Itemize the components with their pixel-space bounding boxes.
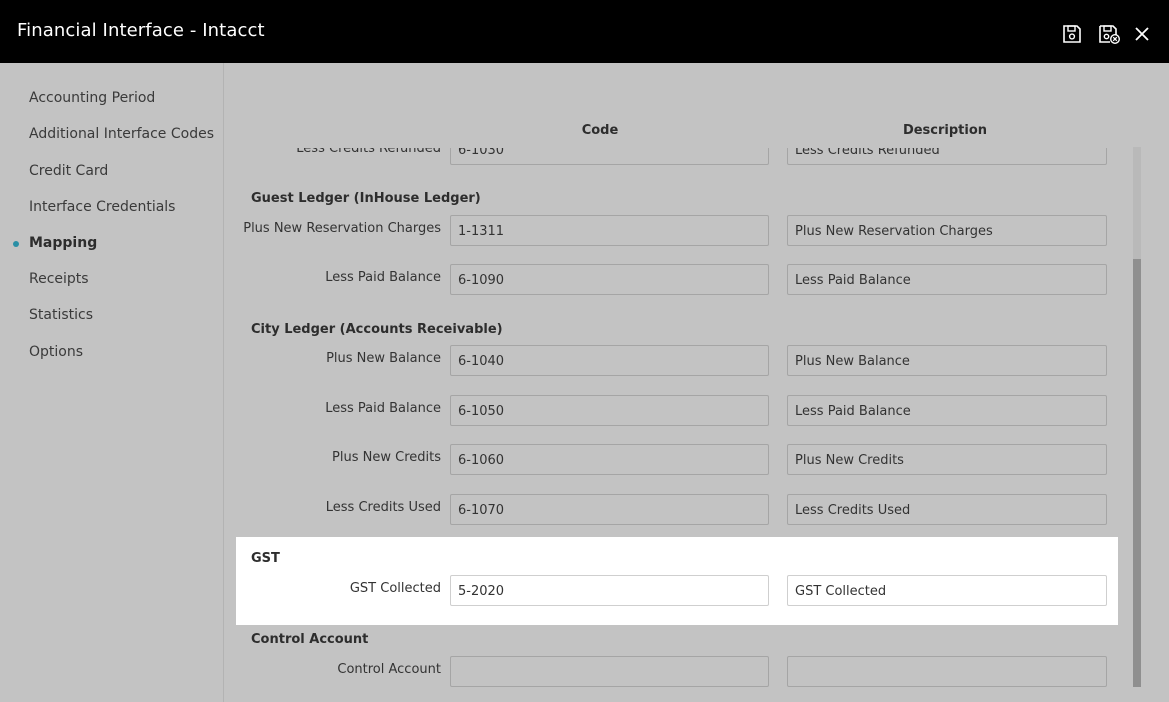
close-icon[interactable] <box>1133 25 1151 43</box>
column-header-description: Description <box>902 123 988 138</box>
description-input[interactable]: Plus New Balance <box>787 345 1107 376</box>
code-input[interactable]: 6-1090 <box>450 264 769 295</box>
description-input[interactable]: Plus New Reservation Charges <box>787 215 1107 246</box>
sidebar-item-interface-credentials[interactable]: Interface Credentials <box>29 199 175 215</box>
sidebar-item-accounting-period[interactable]: Accounting Period <box>29 90 155 106</box>
description-input[interactable]: Less Credits Used <box>787 494 1107 525</box>
description-input[interactable]: Less Paid Balance <box>787 264 1107 295</box>
row-label: Less Paid Balance <box>325 401 441 416</box>
save-icon[interactable] <box>1061 23 1083 45</box>
row-label: Control Account <box>337 662 441 677</box>
description-input[interactable] <box>787 656 1107 687</box>
code-input[interactable]: 6-1060 <box>450 444 769 475</box>
mapping-panel: Less Credits Refunded 6-1030 Less Credit… <box>225 63 1169 702</box>
section-title-city-ledger: City Ledger (Accounts Receivable) <box>251 322 503 337</box>
sidebar-item-options[interactable]: Options <box>29 344 83 360</box>
code-input[interactable]: 6-1050 <box>450 395 769 426</box>
code-input[interactable]: 6-1070 <box>450 494 769 525</box>
sidebar-item-credit-card[interactable]: Credit Card <box>29 163 108 179</box>
title-bar: Financial Interface - Intacct <box>0 0 1169 63</box>
sidebar-item-statistics[interactable]: Statistics <box>29 307 93 323</box>
section-title-control-account: Control Account <box>251 632 369 647</box>
description-input[interactable]: Plus New Credits <box>787 444 1107 475</box>
section-title-gst: GST <box>251 551 280 566</box>
sidebar-item-additional-interface-codes[interactable]: Additional Interface Codes <box>29 126 214 142</box>
row-label: Plus New Credits <box>332 450 441 465</box>
code-input[interactable] <box>450 656 769 687</box>
window-title: Financial Interface - Intacct <box>17 20 265 41</box>
scrollbar-thumb[interactable] <box>1133 259 1141 687</box>
row-label: Plus New Balance <box>326 351 441 366</box>
description-input[interactable]: Less Paid Balance <box>787 395 1107 426</box>
sidebar: Accounting Period Additional Interface C… <box>0 63 224 702</box>
active-indicator-dot <box>13 241 19 247</box>
code-input[interactable]: 5-2020 <box>450 575 769 606</box>
row-label: Plus New Reservation Charges <box>243 221 441 236</box>
section-title-guest-ledger: Guest Ledger (InHouse Ledger) <box>251 191 481 206</box>
row-label: Less Paid Balance <box>325 270 441 285</box>
column-header-code: Code <box>581 123 619 138</box>
code-input[interactable]: 6-1040 <box>450 345 769 376</box>
row-label: Less Credits Used <box>325 500 441 515</box>
description-input[interactable]: GST Collected <box>787 575 1107 606</box>
sidebar-item-mapping[interactable]: Mapping <box>29 235 97 251</box>
save-and-close-icon[interactable] <box>1097 23 1121 45</box>
row-label: GST Collected <box>349 581 441 596</box>
sidebar-item-receipts[interactable]: Receipts <box>29 271 89 287</box>
code-input[interactable]: 1-1311 <box>450 215 769 246</box>
